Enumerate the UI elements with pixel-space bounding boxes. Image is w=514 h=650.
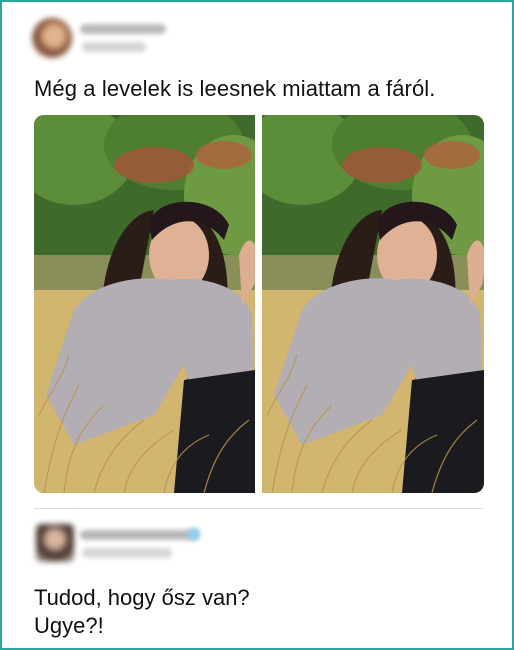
screenshot-frame: Még a levelek is leesnek miattam a fáról… bbox=[0, 0, 514, 650]
author-handle-redacted bbox=[82, 42, 146, 52]
author-avatar[interactable] bbox=[32, 18, 72, 58]
post-text: Még a levelek is leesnek miattam a fáról… bbox=[34, 76, 436, 101]
reply-line-2: Ugye?! bbox=[34, 613, 104, 638]
reply-text: Tudod, hogy ősz van? Ugye?! bbox=[34, 584, 250, 640]
reply-verified-badge-redacted bbox=[188, 528, 200, 540]
reply-author-handle-redacted bbox=[82, 548, 172, 558]
post-photo-right[interactable] bbox=[262, 115, 484, 493]
reply-author-name-redacted bbox=[80, 530, 198, 540]
reply-divider bbox=[34, 508, 484, 509]
post-photo-left[interactable] bbox=[34, 115, 255, 493]
reply-line-1: Tudod, hogy ősz van? bbox=[34, 585, 250, 610]
reply-author-avatar[interactable] bbox=[36, 524, 74, 562]
author-name-redacted bbox=[80, 24, 166, 34]
